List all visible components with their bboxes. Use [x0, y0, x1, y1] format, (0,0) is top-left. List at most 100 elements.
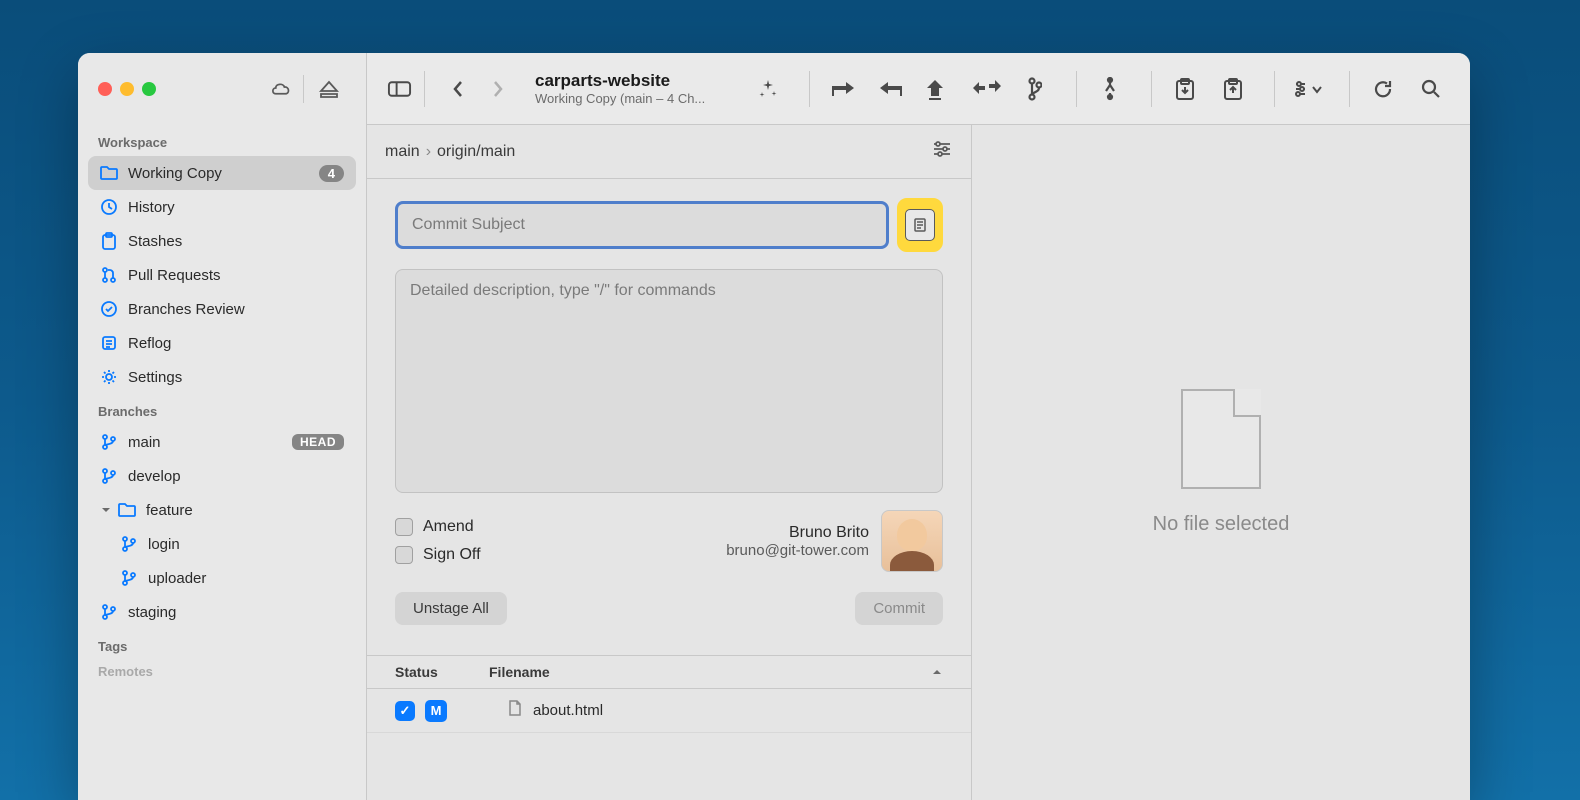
section-branches: Branches	[78, 394, 366, 425]
amend-label: Amend	[423, 518, 474, 536]
chevron-right-icon: ›	[426, 143, 431, 161]
refresh-icon[interactable]	[1364, 71, 1402, 107]
branch-label: staging	[128, 604, 176, 621]
signoff-label: Sign Off	[423, 546, 481, 564]
commit-description-input[interactable]	[395, 269, 943, 493]
eject-icon[interactable]	[312, 75, 346, 103]
branch-icon	[100, 433, 118, 451]
sidebar-label: History	[128, 199, 175, 216]
chevron-down-icon	[100, 506, 112, 514]
folder-icon	[118, 501, 136, 519]
repo-subtitle: Working Copy (main – 4 Ch...	[535, 91, 705, 106]
sidebar-item-reflog[interactable]: Reflog	[88, 326, 356, 360]
file-icon	[507, 699, 523, 722]
repo-name: carparts-website	[535, 71, 705, 91]
list-icon	[100, 334, 118, 352]
stash-pop-icon[interactable]	[1214, 71, 1252, 107]
commit-button[interactable]: Commit	[855, 592, 943, 625]
empty-state-text: No file selected	[1153, 513, 1290, 536]
unstage-all-button[interactable]: Unstage All	[395, 592, 507, 625]
content-split: main › origin/main	[367, 125, 1470, 800]
clipboard-icon	[100, 232, 118, 250]
sync-icon[interactable]	[968, 71, 1006, 107]
sidebar: Workspace Working Copy 4 History Stashes	[78, 53, 367, 800]
signoff-checkbox[interactable]: Sign Off	[395, 546, 481, 564]
sidebar-item-stashes[interactable]: Stashes	[88, 224, 356, 258]
file-name: about.html	[533, 702, 603, 719]
main-area: carparts-website Working Copy (main – 4 …	[367, 53, 1470, 800]
search-icon[interactable]	[1412, 71, 1450, 107]
section-tags: Tags	[78, 629, 366, 660]
sidebar-item-pull-requests[interactable]: Pull Requests	[88, 258, 356, 292]
sidebar-toggle-icon[interactable]	[387, 71, 425, 107]
sidebar-item-branches-review[interactable]: Branches Review	[88, 292, 356, 326]
minimize-icon[interactable]	[120, 82, 134, 96]
branch-login[interactable]: login	[88, 527, 356, 561]
push-icon[interactable]	[920, 71, 958, 107]
sidebar-label: Stashes	[128, 233, 182, 250]
author-email: bruno@git-tower.com	[726, 542, 869, 559]
head-badge: HEAD	[292, 434, 344, 450]
author-name: Bruno Brito	[726, 524, 869, 542]
breadcrumb: main › origin/main	[367, 125, 971, 179]
settings-dropdown-icon[interactable]	[1289, 71, 1327, 107]
sidebar-item-working-copy[interactable]: Working Copy 4	[88, 156, 356, 190]
stash-save-icon[interactable]	[1166, 71, 1204, 107]
repo-title: carparts-website Working Copy (main – 4 …	[535, 71, 705, 106]
sidebar-item-history[interactable]: History	[88, 190, 356, 224]
quick-actions-icon[interactable]	[749, 71, 787, 107]
nav-forward-icon[interactable]	[479, 71, 517, 107]
stage-checkbox[interactable]: ✓	[395, 701, 415, 721]
commit-author[interactable]: Bruno Brito bruno@git-tower.com	[726, 510, 943, 572]
branch-label: uploader	[148, 570, 206, 587]
breadcrumb-remote[interactable]: origin/main	[437, 143, 515, 161]
branch-icon	[120, 569, 138, 587]
amend-checkbox[interactable]: Amend	[395, 518, 481, 536]
file-row[interactable]: ✓ M about.html	[367, 689, 971, 733]
center-column: main › origin/main	[367, 125, 972, 800]
breadcrumb-local[interactable]: main	[385, 143, 420, 161]
branch-uploader[interactable]: uploader	[88, 561, 356, 595]
sidebar-item-settings[interactable]: Settings	[88, 360, 356, 394]
branch-icon[interactable]	[1016, 71, 1054, 107]
document-icon	[905, 209, 935, 241]
sort-icon[interactable]	[931, 664, 943, 680]
filter-icon[interactable]	[931, 139, 953, 164]
branch-folder-feature[interactable]: feature	[88, 493, 356, 527]
branch-label: login	[148, 536, 180, 553]
fetch-icon[interactable]	[824, 71, 862, 107]
pull-icon[interactable]	[872, 71, 910, 107]
merge-icon[interactable]	[1091, 71, 1129, 107]
file-placeholder-icon	[1181, 389, 1261, 489]
commit-template-button[interactable]	[897, 198, 943, 252]
branch-label: develop	[128, 468, 181, 485]
branch-staging[interactable]: staging	[88, 595, 356, 629]
branch-label: main	[128, 434, 161, 451]
filename-header[interactable]: Filename	[489, 664, 550, 680]
diff-panel: No file selected	[972, 125, 1470, 800]
branch-icon	[100, 603, 118, 621]
status-header[interactable]: Status	[395, 664, 489, 680]
commit-subject-input[interactable]	[395, 201, 889, 249]
commit-form: Amend Sign Off Bruno Brito bruno@git-tow…	[367, 179, 971, 655]
app-window: Workspace Working Copy 4 History Stashes	[78, 53, 1470, 800]
branch-develop[interactable]: develop	[88, 459, 356, 493]
titlebar	[78, 53, 366, 125]
close-icon[interactable]	[98, 82, 112, 96]
cloud-icon[interactable]	[270, 75, 304, 103]
section-workspace: Workspace	[78, 125, 366, 156]
clock-icon	[100, 198, 118, 216]
sidebar-label: Working Copy	[128, 165, 222, 182]
branch-main[interactable]: main HEAD	[88, 425, 356, 459]
nav-back-icon[interactable]	[439, 71, 477, 107]
file-table-header: Status Filename	[367, 655, 971, 689]
file-list: ✓ M about.html	[367, 689, 971, 800]
maximize-icon[interactable]	[142, 82, 156, 96]
branch-icon	[120, 535, 138, 553]
sidebar-label: Settings	[128, 369, 182, 386]
sidebar-label: Reflog	[128, 335, 171, 352]
window-controls	[98, 82, 156, 96]
avatar	[881, 510, 943, 572]
review-icon	[100, 300, 118, 318]
toolbar: carparts-website Working Copy (main – 4 …	[367, 53, 1470, 125]
